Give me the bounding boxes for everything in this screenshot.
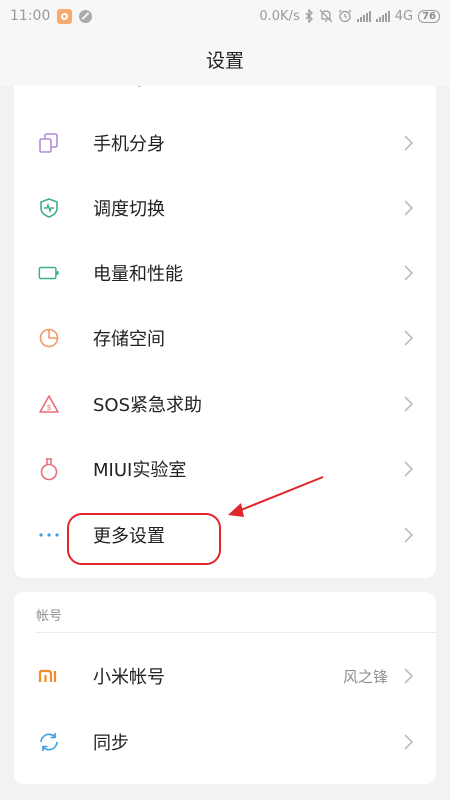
list-item-mi-account[interactable]: 小米帐号 风之锋 [14,644,436,708]
list-item-scheduling-switch[interactable]: 调度切换 [14,176,436,240]
signal-icon [356,10,371,22]
shield-switch-icon [38,197,60,219]
bluetooth-icon [305,9,313,23]
chevron-right-icon [404,461,414,477]
alarm-icon [338,9,352,23]
chevron-right-icon [404,135,414,151]
chevron-right-icon [404,668,414,684]
list-item-sos[interactable]: $ SOS紧急求助 [14,372,436,436]
chevron-right-icon [404,330,414,346]
account-name-value: 风之锋 [342,667,388,686]
chevron-right-icon [404,734,414,750]
list-item-label: 更多设置 [93,526,165,547]
flask-icon [38,458,60,481]
list-item-label: 小米帐号 [93,667,165,688]
list-item-label: 存储空间 [93,329,165,350]
network-type: 4G [394,8,414,24]
status-time: 11:00 [10,8,51,24]
sos-icon: $ [38,393,60,415]
list-item-sync[interactable]: 同步 [14,710,436,774]
list-item-label: SOS紧急求助 [93,395,203,416]
list-item-label: 调度切换 [93,199,165,220]
storage-pie-icon [38,327,60,349]
list-item-label: MIUI实验室 [93,460,187,481]
app-badge-icon [57,8,73,24]
section-header: 帐号 [36,609,63,624]
settings-card: 手机分身 调度切换 电量和性能 存储空间 $ SOS紧急求助 MIUI实验室 更… [14,70,436,578]
list-item-storage[interactable]: 存储空间 [14,306,436,370]
battery-icon: 76 [418,9,440,23]
battery-icon [38,262,60,284]
more-dots-icon [38,524,60,546]
page-title-bar: 设置 [0,32,450,86]
list-item-miui-lab[interactable]: MIUI实验室 [14,437,436,501]
list-item-more-settings[interactable]: 更多设置 [14,503,436,567]
list-item-battery-performance[interactable]: 电量和性能 [14,241,436,305]
blocked-icon [79,9,93,23]
chevron-right-icon [404,527,414,543]
svg-text:$: $ [47,405,51,412]
list-item-label: 手机分身 [93,134,165,155]
chevron-right-icon [404,265,414,281]
divider [36,632,436,633]
dual-apps-icon [38,132,60,154]
list-item-label: 电量和性能 [93,264,183,285]
mute-icon [319,9,333,23]
chevron-right-icon [404,200,414,216]
list-item-label: 同步 [93,733,129,754]
chevron-right-icon [404,396,414,412]
status-bar: 11:00 0.0K/s 4G 76 [0,0,450,32]
sync-icon [38,731,60,753]
list-item-dual-apps[interactable]: 手机分身 [14,111,436,175]
network-speed: 0.0K/s [259,8,300,24]
mi-logo-icon [38,665,60,687]
signal-icon [375,10,390,22]
account-card: 帐号 小米帐号 风之锋 同步 [14,592,436,784]
page-title: 设置 [205,49,244,72]
